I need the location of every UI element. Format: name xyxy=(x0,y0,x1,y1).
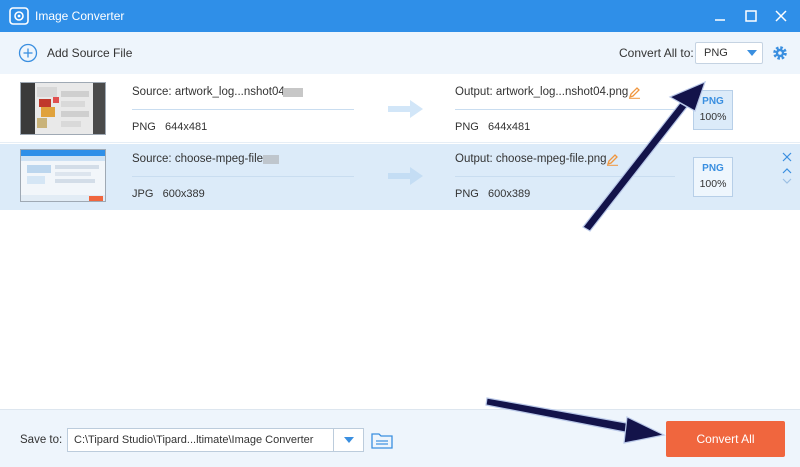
save-to-label: Save to: xyxy=(20,434,63,446)
blurred-extension xyxy=(283,88,303,97)
folder-icon[interactable] xyxy=(371,432,393,449)
maximize-icon[interactable] xyxy=(741,6,761,26)
minimize-icon[interactable] xyxy=(710,6,730,26)
source-file-info: JPG 600x389 xyxy=(132,188,205,200)
window-title: Image Converter xyxy=(35,9,125,23)
move-up-icon[interactable] xyxy=(781,166,793,176)
output-file-info: PNG 600x389 xyxy=(455,188,531,200)
move-down-icon[interactable] xyxy=(781,176,793,186)
divider xyxy=(132,176,354,177)
right-arrow-icon xyxy=(388,167,423,185)
output-format-badge[interactable]: PNG 100% xyxy=(693,157,733,197)
save-path-value: C:\Tipard Studio\Tipard...ltimate\Image … xyxy=(74,434,314,446)
file-row[interactable]: Source: artwork_log...nshot04. PNG 644x4… xyxy=(0,77,800,143)
divider xyxy=(132,109,354,110)
edit-pencil-icon[interactable] xyxy=(606,153,619,166)
source-file-name: Source: choose-mpeg-file. xyxy=(132,153,267,165)
divider xyxy=(455,109,675,110)
output-file-name: Output: artwork_log...nshot04.png xyxy=(455,86,629,98)
chevron-down-icon xyxy=(747,50,757,56)
add-source-file-label: Add Source File xyxy=(47,46,133,60)
blurred-extension xyxy=(263,155,279,164)
output-file-info: PNG 644x481 xyxy=(455,121,531,133)
file-thumbnail xyxy=(20,82,106,135)
add-circle-icon xyxy=(18,43,38,63)
file-row[interactable]: Source: choose-mpeg-file. JPG 600x389 Ou… xyxy=(0,144,800,210)
output-file-name: Output: choose-mpeg-file.png xyxy=(455,153,607,165)
file-list-empty-area xyxy=(0,211,800,409)
source-file-name: Source: artwork_log...nshot04. xyxy=(132,86,288,98)
file-thumbnail xyxy=(20,149,106,202)
right-arrow-icon xyxy=(388,100,423,118)
format-select-value: PNG xyxy=(704,47,728,59)
footer-bar: Save to: C:\Tipard Studio\Tipard...ltima… xyxy=(0,409,800,467)
save-path-field[interactable]: C:\Tipard Studio\Tipard...ltimate\Image … xyxy=(67,428,364,452)
chevron-down-icon xyxy=(344,437,354,443)
convert-all-button[interactable]: Convert All xyxy=(666,421,785,457)
add-source-file-button[interactable]: Add Source File xyxy=(18,41,132,65)
save-path-dropdown[interactable] xyxy=(333,429,363,451)
remove-icon[interactable] xyxy=(781,152,793,162)
convert-all-format-select[interactable]: PNG xyxy=(695,42,763,64)
source-file-info: PNG 644x481 xyxy=(132,121,208,133)
divider xyxy=(455,176,675,177)
convert-all-to-label: Convert All to: xyxy=(619,46,694,60)
app-logo-icon xyxy=(9,7,29,25)
toolbar: Add Source File Convert All to: PNG xyxy=(0,32,800,74)
edit-pencil-icon[interactable] xyxy=(628,86,641,99)
close-icon[interactable] xyxy=(771,6,791,26)
gear-icon[interactable] xyxy=(771,44,789,62)
output-format-badge[interactable]: PNG 100% xyxy=(693,90,733,130)
title-bar: Image Converter xyxy=(0,0,800,32)
